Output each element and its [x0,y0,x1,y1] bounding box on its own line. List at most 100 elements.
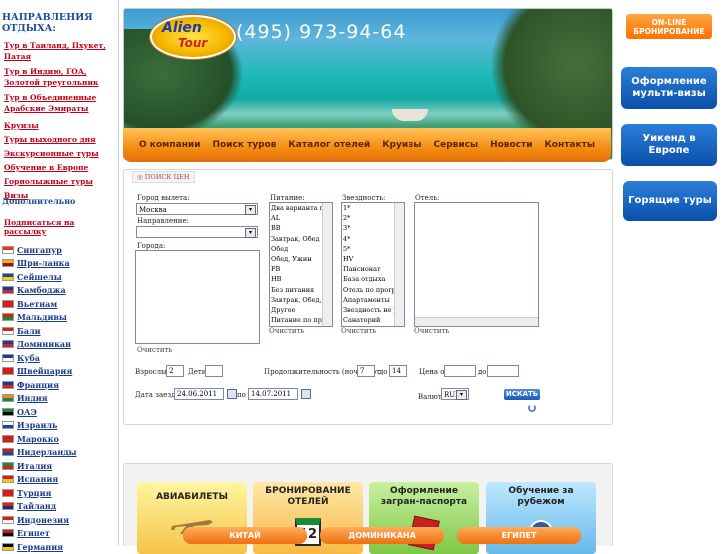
meal-scrollbar[interactable] [322,203,332,326]
nav-about[interactable]: О компании [139,140,201,150]
subscribe-link[interactable]: Подписаться на рассылку [4,218,118,236]
destination-link[interactable]: Франция [2,378,59,391]
nav-hotel-catalog[interactable]: Каталог отелей [288,140,370,150]
destination-link[interactable]: Сейшелы [2,270,62,283]
destination-link[interactable]: Италия [2,459,52,472]
list-option[interactable]: Завтрак, Обед [270,234,324,244]
list-option[interactable]: Обед [270,244,324,254]
cities-list[interactable] [135,250,260,344]
list-option[interactable]: Питание по программе [270,315,324,325]
calendar-icon[interactable] [301,389,311,399]
destination-link[interactable]: Тайланд [2,500,56,513]
direction-link[interactable]: Круизы [4,120,118,131]
destination-link[interactable]: Сингапур [2,243,62,256]
destination-link[interactable]: Испания [2,473,58,486]
destination-link[interactable]: Доминикан [2,338,71,351]
destination-link[interactable]: ОАЭ [2,405,37,418]
list-option[interactable]: 4* [342,234,396,244]
destination-link[interactable]: Мальдивы [2,311,67,324]
weekend-europe-button[interactable]: Уикенд в Европе [621,124,717,166]
destination-link[interactable]: Вьетнам [2,297,57,310]
direction-link[interactable]: Тур в Объединенные Арабские Эмираты [4,92,118,114]
hotel-list[interactable] [414,202,539,327]
destination-link[interactable]: Индонезия [2,513,69,526]
list-option[interactable]: Звездность не указана [342,305,396,315]
list-option[interactable]: 5* [342,244,396,254]
hotel-scrollbar[interactable] [415,317,538,326]
hotel-clear-link[interactable]: Очистить [414,327,449,335]
country-button-dominicana[interactable]: ДОМИНИКАНА [320,527,444,544]
destination-link[interactable]: Куба [2,351,40,364]
direction-link[interactable]: Обучение в Европе [4,162,118,173]
price-to-input[interactable] [487,365,519,377]
nav-news[interactable]: Новости [490,140,532,150]
direction-link[interactable]: Тур в Индию, ГОА, Золотой треугольник [4,66,118,88]
hot-tours-button[interactable]: Горящие туры [623,181,717,221]
price-from-input[interactable] [444,365,476,377]
list-option[interactable]: Обед, Ужин [270,254,324,264]
date-from-input[interactable]: 24.06.2011 [174,388,224,400]
direction-link[interactable]: Горнолыжные туры [4,176,118,187]
nights-from-input[interactable]: 7 [357,365,375,377]
stars-list[interactable]: 1* 2* 3* 4* 5* HV Пансионат База отдыха Отель по… [341,202,405,327]
destination-link[interactable]: Турция [2,486,51,499]
nav-cruises[interactable]: Круизы [382,140,421,150]
list-option[interactable]: Два варианта питания [270,203,324,213]
destination-link[interactable]: Шри-ланка [2,257,70,270]
calendar-icon[interactable] [227,389,237,399]
list-option[interactable]: 3* [342,223,396,233]
stars-scrollbar[interactable] [394,203,404,326]
list-option[interactable]: Другое [270,305,324,315]
cities-clear-link[interactable]: Очистить [137,346,172,354]
search-button[interactable]: ИСКАТЬ [504,389,540,400]
destination-label: Куба [17,352,40,363]
destination-link[interactable]: Индия [2,392,48,405]
nav-contacts[interactable]: Контакты [544,140,595,150]
list-option[interactable]: 1* [342,203,396,213]
list-option[interactable]: HB [270,274,324,284]
currency-select[interactable]: RUR ▾ [441,388,469,400]
country-button-china[interactable]: КИТАЙ [183,527,307,544]
meal-clear-link[interactable]: Очистить [269,327,304,335]
meal-list[interactable]: Два варианта питанияALBBЗавтрак, ОбедОбе… [269,202,333,327]
online-booking-button[interactable]: ON-LINE БРОНИРОВАНИЕ [626,14,712,39]
departure-select[interactable]: Москва ▾ [136,203,258,215]
list-option[interactable]: HV [342,254,396,264]
destination-link[interactable]: Марокко [2,432,59,445]
direction-link[interactable]: Туры выходного дня [4,134,118,145]
destination-link[interactable]: Германия [2,540,63,553]
flag-icon [2,448,14,456]
list-option[interactable]: FB [270,264,324,274]
adults-input[interactable]: 2 [166,365,184,377]
date-to-input[interactable]: 14.07.2011 [248,388,298,400]
destination-link[interactable]: Нидерланды [2,446,77,459]
destination-link[interactable]: Египет [2,527,50,540]
list-option[interactable]: Апартаменты [342,295,396,305]
nights-to-input[interactable]: 14 [389,365,407,377]
destination-link[interactable]: Камбоджа [2,284,66,297]
stars-clear-link[interactable]: Очистить [341,327,376,335]
country-button-egypt[interactable]: ЕГИПЕТ [457,527,581,544]
multi-visa-button[interactable]: Оформление мульти-визы [621,67,717,109]
list-option[interactable]: 2* [342,213,396,223]
left-sidebar: НАПРАВЛЕНИЯ ОТДЫХА: Тур в Таиланд, Пхуке… [0,0,119,552]
list-option[interactable]: Завтрак, Обед, Ужин [270,295,324,305]
list-option[interactable]: Отель по программе [342,285,396,295]
list-option[interactable]: BB [270,223,324,233]
direction-link[interactable]: Экскурсионные туры [4,148,118,159]
kids-input[interactable] [205,365,223,377]
alien-tour-logo[interactable]: Alien Tour [150,15,236,59]
destination-link[interactable]: Бали [2,324,41,337]
list-option[interactable]: Без питания [270,285,324,295]
nav-tour-search[interactable]: Поиск туров [212,140,276,150]
list-option[interactable]: Санаторий [342,315,396,325]
direction-link[interactable]: Тур в Таиланд, Пхукет, Патая [4,40,118,62]
price-search-tab[interactable]: ◎ ПОИСК ЦЕН [132,171,195,183]
destination-link[interactable]: Израиль [2,419,57,432]
direction-select[interactable]: ▾ [136,226,258,238]
list-option[interactable]: База отдыха [342,274,396,284]
list-option[interactable]: Пансионат [342,264,396,274]
destination-link[interactable]: Швейцария [2,365,72,378]
nav-services[interactable]: Сервисы [433,140,478,150]
list-option[interactable]: AL [270,213,324,223]
